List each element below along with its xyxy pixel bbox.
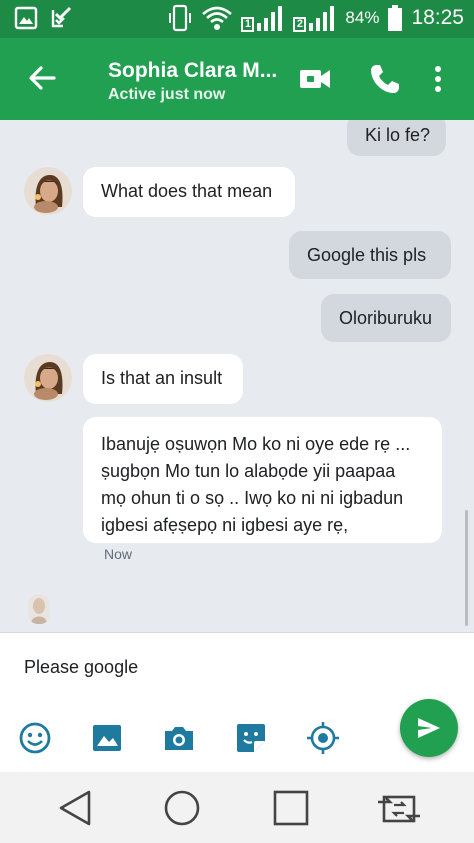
contact-name[interactable]: Sophia Clara M... <box>108 59 280 83</box>
message-line: mọ ohun ti o sọ .. Iwọ ko ni ni igbadun <box>101 488 404 508</box>
message-incoming[interactable]: What does that mean <box>83 167 295 217</box>
signal-icon-sim1: 1 <box>241 4 285 32</box>
video-call-icon[interactable] <box>298 62 332 96</box>
message-incoming[interactable]: Ibanujẹ oṣuwọn Mo ko ni oye ede rẹ ... ṣ… <box>83 417 442 543</box>
send-icon <box>418 718 440 738</box>
camera-icon[interactable] <box>162 721 196 755</box>
read-receipt-avatar <box>28 594 50 624</box>
message-timestamp: Now <box>104 546 133 562</box>
message-list[interactable]: Ki lo fe? What does that mean Google thi… <box>0 120 474 632</box>
message-outgoing[interactable]: Ki lo fe? <box>347 120 447 156</box>
message-input[interactable]: Please google <box>24 657 138 678</box>
message-line: igbesi afẹṣepọ ni igbesi aye rẹ, <box>101 515 349 535</box>
checklist-icon <box>51 6 72 28</box>
avatar[interactable] <box>24 167 72 215</box>
composer: Please google <box>0 632 474 772</box>
back-arrow-icon[interactable] <box>26 62 58 94</box>
message-incoming[interactable]: Is that an insult <box>83 354 243 404</box>
back-triangle-icon[interactable] <box>56 788 96 828</box>
clock: 18:25 <box>411 6 464 29</box>
message-line: ṣugbọn Mo tun lo alabọde yii paapaa <box>101 461 396 481</box>
conversation-header: Sophia Clara M... Active just now <box>0 38 474 120</box>
recents-square-icon[interactable] <box>271 788 311 828</box>
send-button[interactable] <box>400 699 458 757</box>
phone-call-icon[interactable] <box>368 62 402 96</box>
location-icon[interactable] <box>306 721 340 755</box>
scrollbar[interactable] <box>465 510 468 626</box>
sim-slot-1-label: 1 <box>241 17 255 32</box>
message-line: Ibanujẹ oṣuwọn Mo ko ni oye ede rẹ ... <box>101 434 411 454</box>
battery-percent: 84% <box>345 8 380 27</box>
message-outgoing[interactable]: Google this pls <box>289 231 451 279</box>
status-bar: 1 2 84% 18:25 <box>0 0 474 38</box>
emoji-icon[interactable] <box>18 721 52 755</box>
sim-slot-2-label: 2 <box>293 17 307 32</box>
avatar[interactable] <box>24 354 72 402</box>
more-vert-icon[interactable] <box>421 62 455 96</box>
signal-icon-sim2: 2 <box>293 4 337 32</box>
sticker-icon[interactable] <box>234 721 268 755</box>
gallery-icon <box>14 6 38 30</box>
wifi-icon <box>202 6 233 30</box>
image-icon[interactable] <box>90 721 124 755</box>
battery-icon <box>388 5 403 31</box>
switch-sim-icon[interactable] <box>376 788 422 828</box>
system-navigation-bar <box>0 772 474 843</box>
home-circle-icon[interactable] <box>162 788 202 828</box>
contact-status: Active just now <box>108 86 226 103</box>
message-outgoing[interactable]: Oloriburuku <box>321 294 451 342</box>
phone-vibrate-icon <box>169 4 192 32</box>
